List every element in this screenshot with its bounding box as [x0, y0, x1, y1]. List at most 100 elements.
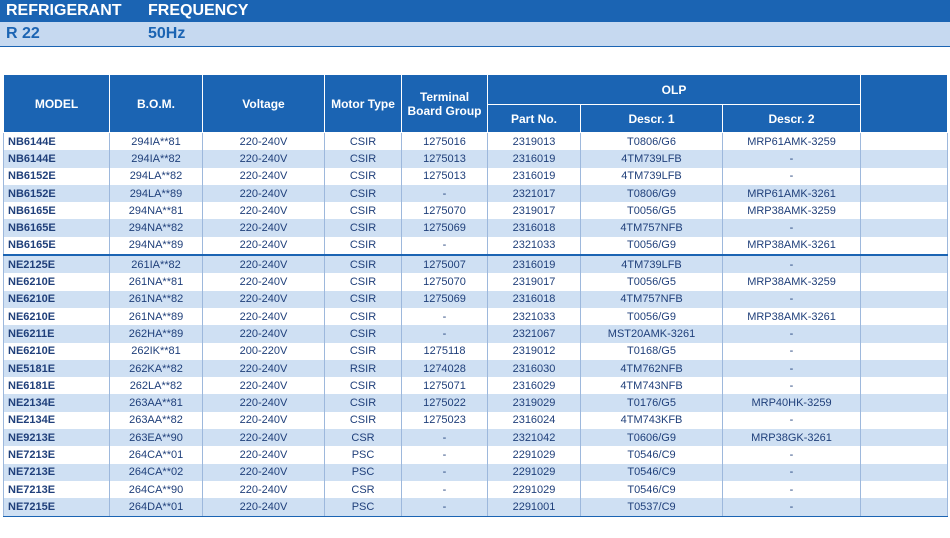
cell-terminal-board-group: 1275013	[401, 167, 488, 185]
cell-model: NB6144E	[3, 132, 110, 151]
cell-terminal-board-group: 1275013	[401, 150, 488, 168]
cell-model: NE6181E	[3, 377, 110, 395]
table-row: NE6210E 261NA**82 220-240V CSIR 1275069 23160…	[3, 290, 949, 308]
cell-olp-part-no: 2291029	[487, 480, 581, 499]
table-row: NB6144E 294IA**81 220-240V CSIR 1275016 23190…	[3, 132, 949, 151]
cell-olp-descr2: MRP38AMK-3261	[721, 307, 862, 326]
cell-bom: 263AA**81	[109, 394, 203, 412]
cell-olp-descr2: -	[721, 254, 862, 274]
cell-bom: 261NA**82	[109, 290, 203, 308]
cell-model: NE2134E	[3, 394, 110, 412]
cell-motor-type: CSIR	[324, 202, 402, 220]
cell-motor-type: CSIR	[324, 273, 402, 291]
cell-bom: 264CA**02	[109, 463, 203, 481]
table-row: NB6165E 294NA**82 220-240V CSIR 1275069 23160…	[3, 219, 949, 237]
cell-olp-descr1: T0546/C9	[580, 463, 723, 481]
cell-terminal-board-group: -	[401, 429, 488, 447]
cell-olp-descr1: T0806/G9	[580, 184, 723, 203]
cell-olp-part-no: 2316018	[487, 219, 581, 237]
cell-model: NB6165E	[3, 236, 110, 256]
cell-blank	[860, 480, 949, 499]
cell-bom: 262IK**81	[109, 342, 203, 360]
cell-olp-part-no: 2319017	[487, 202, 581, 220]
cell-motor-type: CSIR	[324, 254, 402, 274]
table-body: NB6144E 294IA**81 220-240V CSIR 1275016 23190…	[3, 132, 949, 517]
frequency-label: FREQUENCY	[148, 2, 249, 19]
cell-voltage: 220-240V	[202, 325, 325, 343]
cell-motor-type: PSC	[324, 498, 402, 517]
cell-olp-part-no: 2316030	[487, 359, 581, 378]
table-row: NE6210E 261NA**89 220-240V CSIR -2321033 T005…	[3, 307, 949, 326]
cell-terminal-board-group: 1275007	[401, 254, 488, 274]
cell-terminal-board-group: -	[401, 307, 488, 326]
cell-blank	[860, 236, 949, 256]
cell-bom: 294IA**82	[109, 150, 203, 168]
cell-olp-descr1: T0546/C9	[580, 480, 723, 499]
cell-terminal-board-group: 1275070	[401, 202, 488, 220]
cell-terminal-board-group: -	[401, 498, 488, 517]
table-row: NE7213E 264CA**90 220-240V CSR -2291029 T0546…	[3, 480, 949, 499]
table-row: NE6181E 262LA**82 220-240V CSIR 1275071 23160…	[3, 377, 949, 395]
cell-model: NE6210E	[3, 273, 110, 291]
cell-olp-descr1: 4TM757NFB	[580, 290, 723, 308]
cell-motor-type: RSIR	[324, 359, 402, 378]
cell-olp-descr2: MRP61AMK-3259	[721, 132, 862, 151]
cell-bom: 263EA**90	[109, 429, 203, 447]
cell-model: NE6210E	[3, 290, 110, 308]
cell-blank	[860, 290, 949, 308]
cell-olp-part-no: 2316024	[487, 411, 581, 430]
table-row: NB6165E 294NA**89 220-240V CSIR -2321033 T005…	[3, 236, 949, 256]
cell-olp-descr2: MRP38AMK-3259	[721, 273, 862, 291]
cell-olp-part-no: 2319012	[487, 342, 581, 360]
cell-olp-descr2: -	[721, 219, 862, 237]
cell-terminal-board-group: -	[401, 325, 488, 343]
cell-olp-part-no: 2291029	[487, 446, 581, 464]
header-voltage: Voltage	[202, 74, 325, 133]
cell-blank	[860, 463, 949, 481]
cell-bom: 294LA**82	[109, 167, 203, 185]
table-row: NE7213E 264CA**02 220-240V PSC -2291029 T0546…	[3, 463, 949, 481]
table-row: NE6210E 261NA**81 220-240V CSIR 1275070 23190…	[3, 273, 949, 291]
cell-voltage: 220-240V	[202, 463, 325, 481]
cell-model: NE6210E	[3, 307, 110, 326]
cell-olp-part-no: 2321067	[487, 325, 581, 343]
header-olp: OLP	[486, 74, 862, 105]
cell-olp-descr2: MRP38AMK-3261	[721, 236, 862, 256]
cell-voltage: 220-240V	[202, 377, 325, 395]
cell-voltage: 220-240V	[202, 290, 325, 308]
header-descr2: Descr. 2	[721, 104, 862, 133]
cell-voltage: 200-220V	[202, 342, 325, 360]
cell-olp-descr1: 4TM739LFB	[580, 167, 723, 185]
cell-motor-type: CSIR	[324, 325, 402, 343]
cell-olp-part-no: 2321042	[487, 429, 581, 447]
cell-voltage: 220-240V	[202, 254, 325, 274]
cell-blank	[860, 394, 949, 412]
cell-model: NE7213E	[3, 480, 110, 499]
cell-olp-descr1: MST20AMK-3261	[580, 325, 723, 343]
header-descr1: Descr. 1	[580, 104, 723, 133]
cell-voltage: 220-240V	[202, 236, 325, 256]
table-row: NE6211E 262HA**89 220-240V CSIR -2321067 MST2…	[3, 325, 949, 343]
cell-blank	[860, 273, 949, 291]
cell-terminal-board-group: 1275016	[401, 132, 488, 151]
cell-model: NB6152E	[3, 167, 110, 185]
cell-blank	[860, 342, 949, 360]
cell-model: NE7213E	[3, 446, 110, 464]
cell-olp-descr1: 4TM743NFB	[580, 377, 723, 395]
cell-bom: 262KA**82	[109, 359, 203, 378]
cell-terminal-board-group: -	[401, 184, 488, 203]
cell-terminal-board-group: 1275071	[401, 377, 488, 395]
cell-olp-descr2: -	[721, 342, 862, 360]
header-blank	[860, 74, 949, 133]
cell-motor-type: CSIR	[324, 236, 402, 256]
table-row: NB6144E 294IA**82 220-240V CSIR 1275013 23160…	[3, 150, 949, 168]
cell-voltage: 220-240V	[202, 429, 325, 447]
cell-motor-type: CSR	[324, 480, 402, 499]
cell-bom: 294NA**81	[109, 202, 203, 220]
cell-olp-part-no: 2291029	[487, 463, 581, 481]
cell-bom: 262LA**82	[109, 377, 203, 395]
cell-olp-part-no: 2321033	[487, 236, 581, 256]
cell-bom: 294NA**89	[109, 236, 203, 256]
cell-olp-descr2: -	[721, 325, 862, 343]
cell-model: NE9213E	[3, 429, 110, 447]
